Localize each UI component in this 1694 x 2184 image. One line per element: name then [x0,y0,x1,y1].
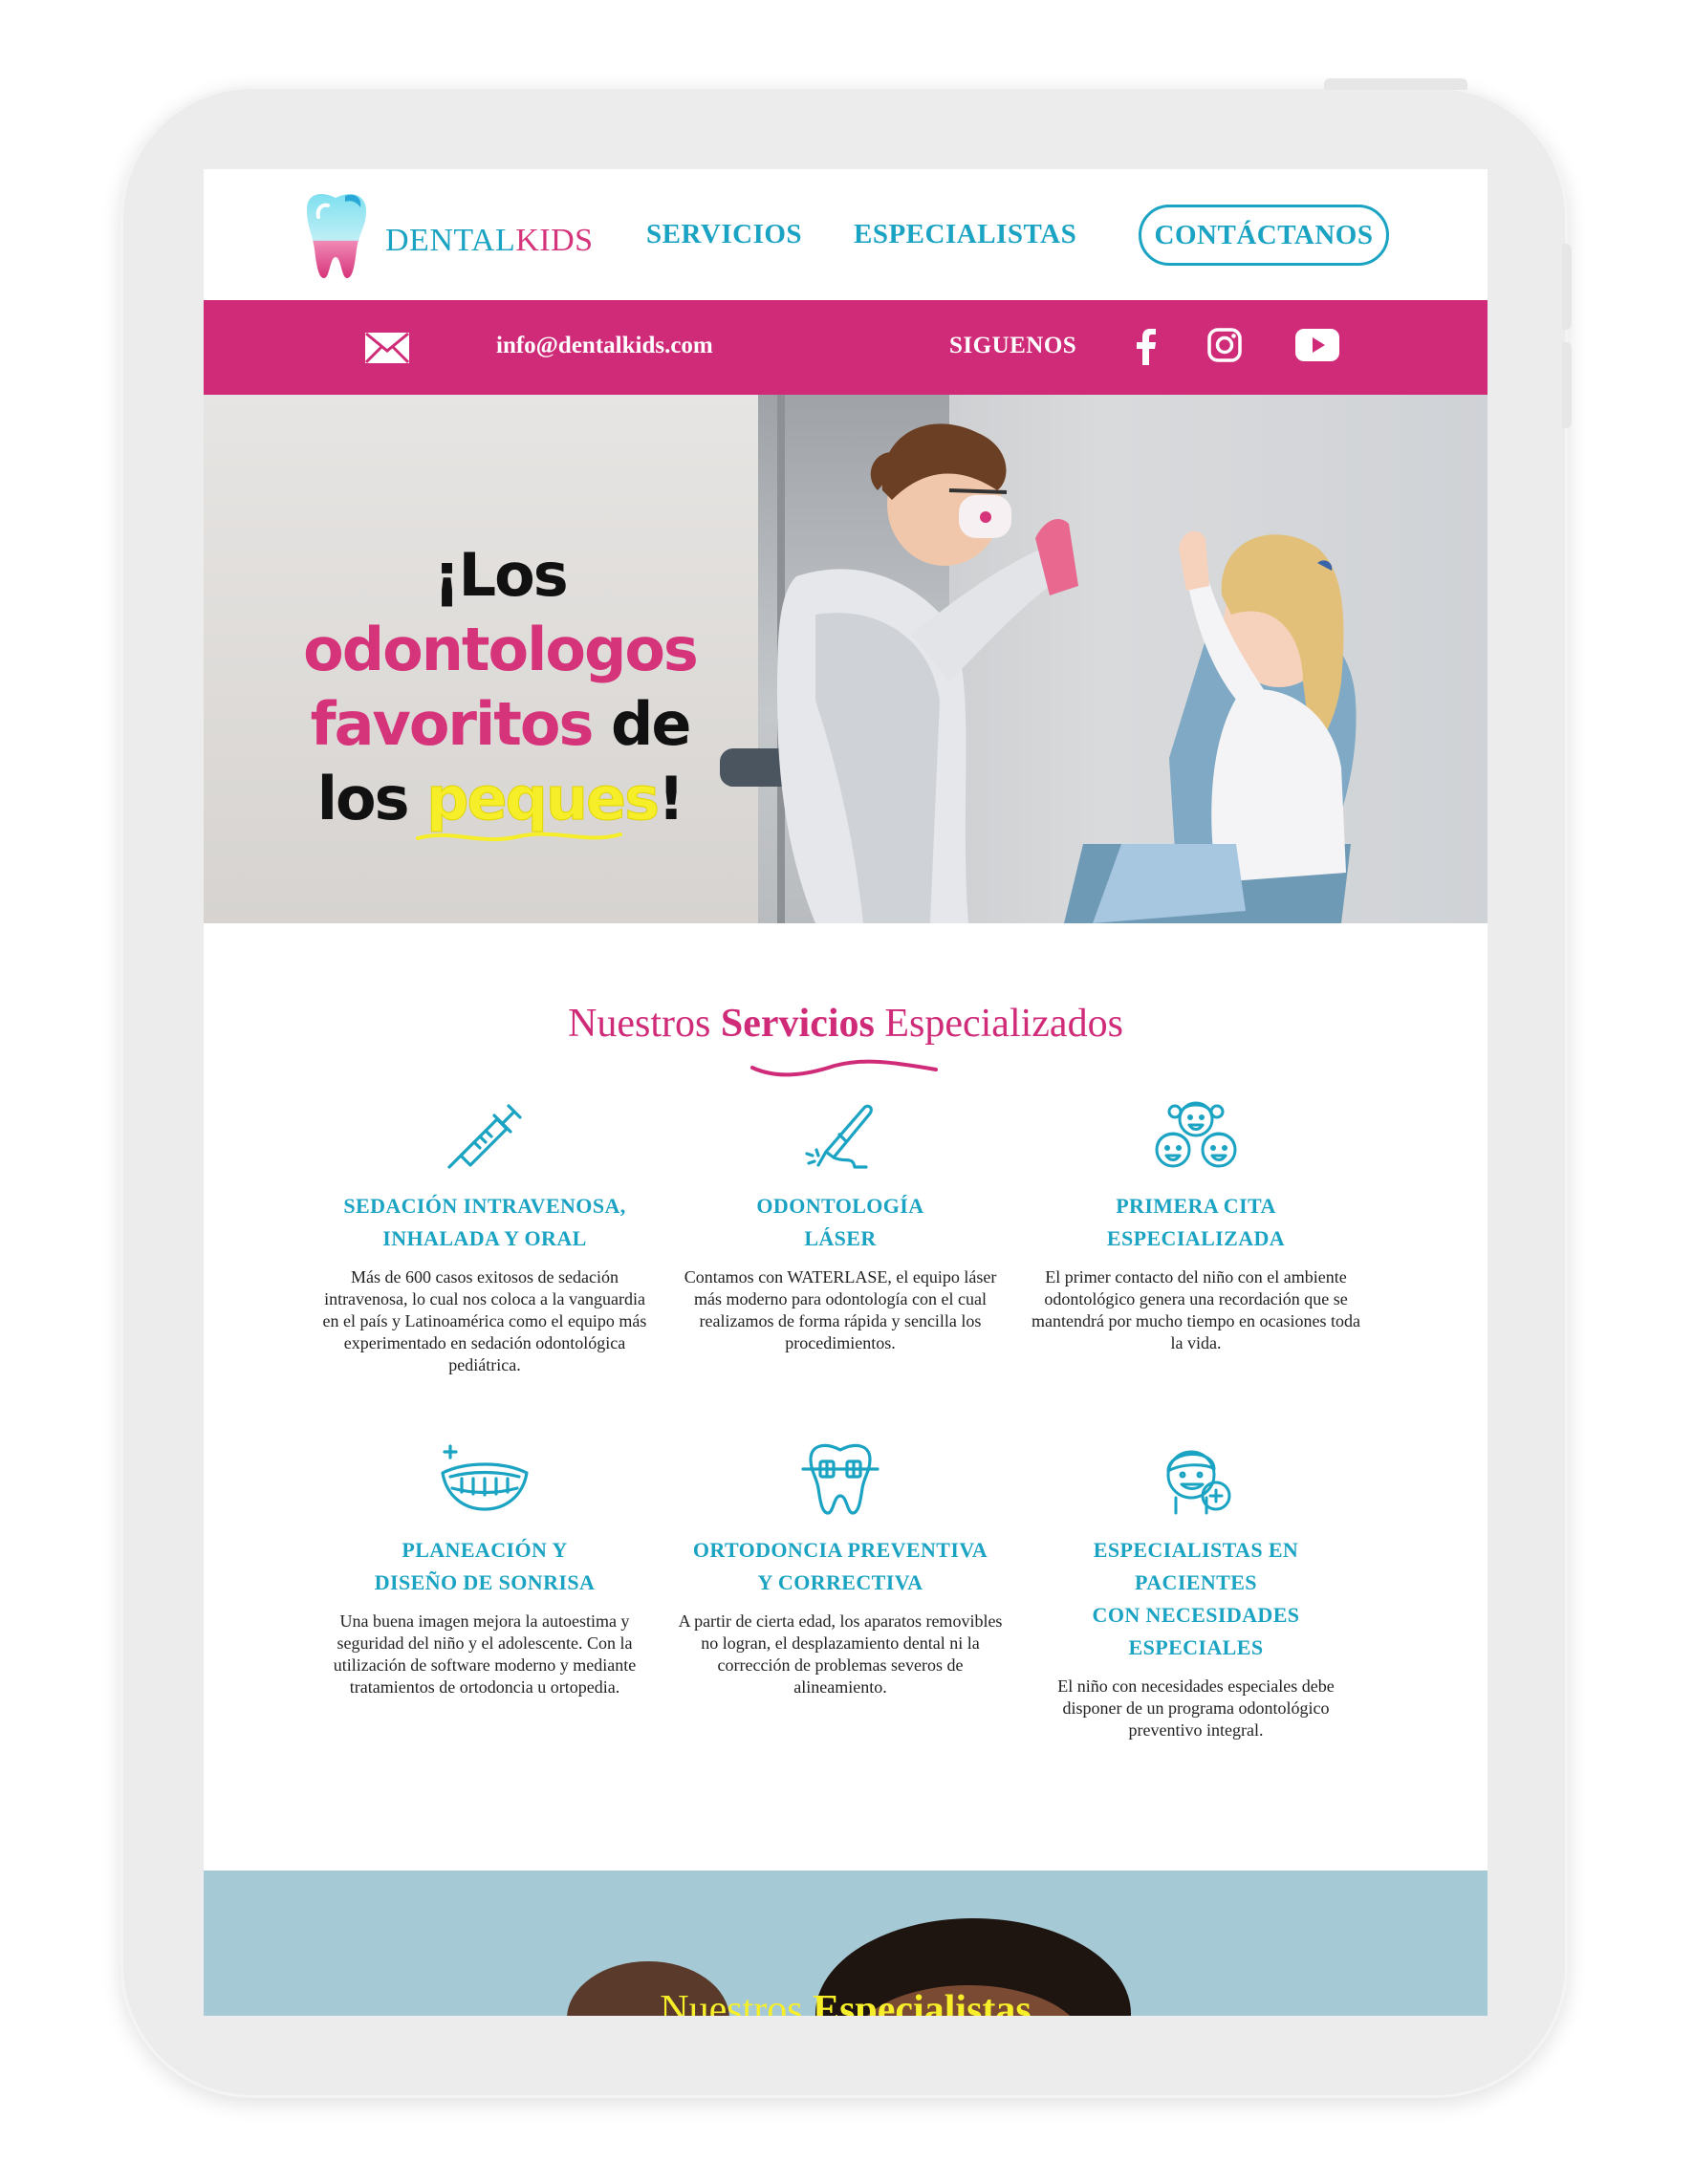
hero-banner: ¡Los odontologos favoritos de los peques… [204,395,1488,923]
service-title-line2: INHALADA Y ORAL [382,1226,587,1250]
services-title-bold: Servicios [720,1002,875,1046]
brand-name-dental: DENTAL [385,223,516,258]
website-screen: DENTALKIDS SERVICIOS ESPECIALISTAS CONTÁ… [204,169,1488,2016]
service-card-orthodontics[interactable]: ORTODONCIA PREVENTIVA Y CORRECTIVA A par… [667,1440,1013,1698]
follow-us-label: SIGUENOS [949,333,1077,358]
service-title-line2: Y CORRECTIVA [757,1570,923,1594]
service-title-line2: LÁSER [804,1226,877,1250]
service-title-line1: SEDACIÓN INTRAVENOSA, [343,1194,626,1218]
laser-pen-icon [805,1104,873,1169]
services-title-post: Especializados [874,1002,1123,1046]
service-title-line3: CON NECESIDADES [1092,1603,1300,1627]
nav-servicios[interactable]: SERVICIOS [646,219,802,250]
nav-contactanos-button[interactable]: CONTÁCTANOS [1139,205,1389,266]
brand-logo[interactable]: DENTALKIDS [299,188,594,280]
specialists-section: Nuestros Especialistas [204,1870,1488,2016]
kids-faces-icon [1155,1101,1237,1168]
services-title-squiggle [750,1059,938,1077]
hero-headline-line1: ¡Los [433,540,568,610]
service-title-line1: PRIMERA CITA [1116,1194,1276,1218]
hero-headline-exclamation: ! [657,764,684,833]
hero-yellow-squiggle [416,832,622,842]
special-needs-kid-icon [1166,1450,1231,1515]
service-title: PRIMERA CITA ESPECIALIZADA [1023,1190,1369,1255]
email-link[interactable]: info@dentalkids.com [496,333,713,359]
hero-headline-peques: peques [426,764,661,834]
hero-headline-line2: odontologos [303,615,699,684]
service-card-sedation[interactable]: SEDACIÓN INTRAVENOSA, INHALADA Y ORAL Má… [312,1096,658,1376]
service-description: Más de 600 casos exitosos de sedación in… [322,1267,647,1374]
nav-especialistas[interactable]: ESPECIALISTAS [854,219,1076,250]
hero-headline-de: de [592,689,691,759]
service-description: El niño con necesidades especiales debe … [1057,1676,1335,1740]
specialists-section-title: Nuestros Especialistas [204,1987,1488,2016]
service-description: A partir de cierta edad, los aparatos re… [678,1611,1003,1697]
hero-headline-los: los [316,764,427,833]
specialists-title-pre: Nuestros [660,1988,814,2016]
site-header: DENTALKIDS SERVICIOS ESPECIALISTAS CONTÁ… [204,169,1488,300]
service-title-line1: ODONTOLOGÍA [756,1194,924,1218]
services-section-title: Nuestros Servicios Especializados [204,1001,1488,1047]
specialists-title-bold: Especialistas [813,1988,1032,2016]
service-title: PLANEACIÓN Y DISEÑO DE SONRISA [312,1534,658,1599]
service-card-special-needs[interactable]: ESPECIALISTAS EN PACIENTES CON NECESIDAD… [1023,1440,1369,1741]
facebook-icon[interactable] [1136,329,1157,365]
service-card-first-visit[interactable]: PRIMERA CITA ESPECIALIZADA El primer con… [1023,1096,1369,1354]
brand-name-kids: KIDS [515,223,594,258]
service-title: ESPECIALISTAS EN PACIENTES CON NECESIDAD… [1023,1534,1369,1664]
tablet-power-button [1324,78,1467,90]
service-description: El primer contacto del niño con el ambie… [1032,1267,1360,1352]
smile-icon [441,1444,529,1511]
service-title-line2: ESPECIALIZADA [1106,1226,1286,1250]
contact-info-bar: info@dentalkids.com SIGUENOS [204,300,1488,395]
tooth-logo-icon [307,194,366,278]
service-description: Contamos con WATERLASE, el equipo láser … [684,1267,997,1352]
service-description: Una buena imagen mejora la autoestima y … [333,1611,637,1697]
service-card-laser[interactable]: ODONTOLOGÍA LÁSER Contamos con WATERLASE… [667,1096,1013,1354]
service-title-line2: PACIENTES [1135,1570,1257,1594]
service-title-line1: ORTODONCIA PREVENTIVA [692,1538,988,1562]
tooth-braces-icon [801,1443,880,1515]
service-title: ORTODONCIA PREVENTIVA Y CORRECTIVA [667,1534,1013,1599]
service-title-line1: ESPECIALISTAS EN [1093,1538,1299,1562]
service-title: ODONTOLOGÍA LÁSER [667,1190,1013,1255]
services-title-pre: Nuestros [568,1002,721,1046]
service-title-line1: PLANEACIÓN Y [402,1538,568,1562]
service-title-line2: DISEÑO DE SONRISA [374,1570,596,1594]
service-card-smile-design[interactable]: PLANEACIÓN Y DISEÑO DE SONRISA Una buena… [312,1440,658,1698]
syringe-icon [447,1104,522,1169]
service-title-line4: ESPECIALES [1128,1635,1264,1659]
envelope-icon[interactable] [364,332,410,364]
instagram-icon[interactable] [1207,328,1242,362]
youtube-icon[interactable] [1295,329,1339,361]
service-title: SEDACIÓN INTRAVENOSA, INHALADA Y ORAL [312,1190,658,1255]
tablet-volume-down-button [1562,342,1572,428]
hero-headline: ¡Los odontologos favoritos de los peques… [299,538,701,836]
hero-headline-favoritos: favoritos [310,689,595,759]
brand-wordmark: DENTALKIDS [385,223,594,259]
tablet-volume-up-button [1562,244,1572,330]
